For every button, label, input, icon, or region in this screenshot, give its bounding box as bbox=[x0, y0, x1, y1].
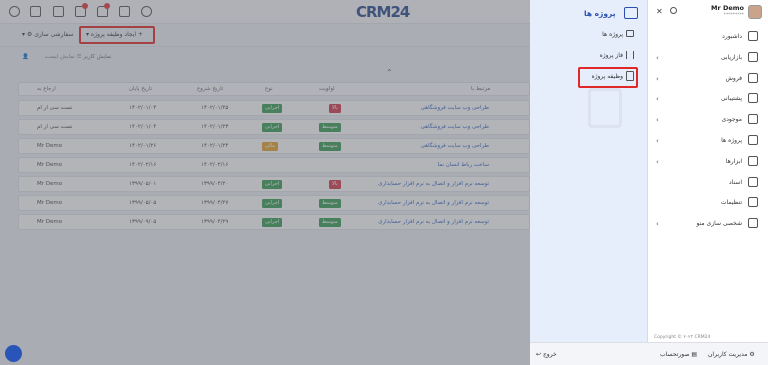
submenu-item-phases[interactable]: فاز پروژه bbox=[600, 52, 623, 59]
sidebar-item[interactable]: تنظیمات bbox=[648, 193, 768, 213]
invoice-label: صورتحساب bbox=[660, 351, 690, 358]
menu-icon bbox=[748, 176, 758, 187]
sidebar-item[interactable]: بازاریابی ‹ bbox=[648, 48, 768, 68]
chevron-left-icon: ‹ bbox=[656, 53, 659, 62]
sidebar-item[interactable]: داشبورد bbox=[648, 27, 768, 47]
chevron-left-icon: ‹ bbox=[656, 116, 659, 125]
sidebar-item-label: بازاریابی bbox=[720, 53, 742, 61]
projects-submenu: پروژه ها پروژه ها فاز پروژه وظیفه پروژه bbox=[530, 0, 648, 365]
chevron-left-icon: ‹ bbox=[656, 95, 659, 104]
copyright: Copyright © ۲۰۲۳ CRM24 bbox=[654, 335, 711, 340]
sidebar-item[interactable]: فروش ‹ bbox=[648, 69, 768, 89]
chevron-left-icon: ‹ bbox=[656, 220, 659, 229]
sidebar-item-label: موجودی bbox=[721, 116, 743, 124]
menu-icon bbox=[748, 197, 758, 208]
briefcase-small-icon bbox=[626, 30, 634, 37]
menu-icon bbox=[748, 51, 758, 62]
chevron-left-icon: ‹ bbox=[656, 137, 659, 145]
sidebar-item[interactable]: پشتیبانی ‹ bbox=[648, 89, 768, 109]
sidebar-item[interactable]: شخصی سازی منو ‹ bbox=[648, 214, 768, 234]
sidebar-item-label: فروش bbox=[725, 74, 742, 82]
submenu-title: پروژه ها bbox=[584, 9, 616, 18]
logout-button[interactable]: ↩ خروج bbox=[536, 351, 557, 358]
support-chat-button[interactable] bbox=[5, 345, 22, 362]
highlight-task-item bbox=[578, 67, 638, 88]
user-subtitle: ********* bbox=[723, 13, 744, 18]
sidebar-item[interactable]: ابزارها ‹ bbox=[648, 152, 768, 172]
menu-icon bbox=[748, 135, 758, 145]
avatar[interactable] bbox=[748, 5, 762, 19]
invoice-button[interactable]: صورتحساب ▤ bbox=[660, 351, 697, 358]
menu-icon bbox=[748, 93, 758, 104]
menu-icon bbox=[748, 72, 758, 83]
footer-bar: ↩ خروج صورتحساب ▤ مدیریت کاربران ⚙ bbox=[530, 342, 768, 365]
briefcase-watermark-icon bbox=[588, 88, 622, 128]
menu-icon bbox=[748, 114, 758, 125]
submenu-item-projects[interactable]: پروژه ها bbox=[602, 31, 623, 38]
sidebar-item-label: اسناد bbox=[728, 178, 742, 186]
chevron-left-icon: ‹ bbox=[656, 157, 659, 166]
briefcase-icon bbox=[624, 7, 638, 19]
sidebar-item-label: شخصی سازی منو bbox=[696, 220, 743, 228]
sidebar-item-label: پروژه ها bbox=[721, 137, 742, 144]
search-icon[interactable] bbox=[670, 7, 677, 14]
manage-users-label: مدیریت کاربران bbox=[708, 351, 748, 358]
sidebar-item-label: داشبورد bbox=[722, 33, 742, 40]
sidebar-item[interactable]: اسناد bbox=[648, 173, 768, 193]
modal-overlay[interactable] bbox=[0, 0, 530, 365]
logout-label: خروج bbox=[542, 351, 557, 358]
menu-icon bbox=[748, 218, 758, 229]
chevron-left-icon: ‹ bbox=[656, 74, 659, 83]
manage-users-button[interactable]: مدیریت کاربران ⚙ bbox=[708, 351, 755, 358]
phases-icon bbox=[626, 51, 634, 59]
menu-icon bbox=[748, 31, 758, 41]
close-icon[interactable]: ✕ bbox=[656, 7, 663, 16]
sidebar-item-label: پشتیبانی bbox=[721, 95, 742, 103]
sidebar-item-label: تنظیمات bbox=[720, 199, 742, 207]
sidebar-item[interactable]: پروژه ها ‹ bbox=[648, 131, 768, 151]
sidebar-item-label: ابزارها bbox=[725, 157, 742, 165]
menu-icon bbox=[748, 155, 758, 166]
user-name: Mr Demo bbox=[711, 4, 744, 12]
sidebar-item[interactable]: موجودی ‹ bbox=[648, 110, 768, 130]
